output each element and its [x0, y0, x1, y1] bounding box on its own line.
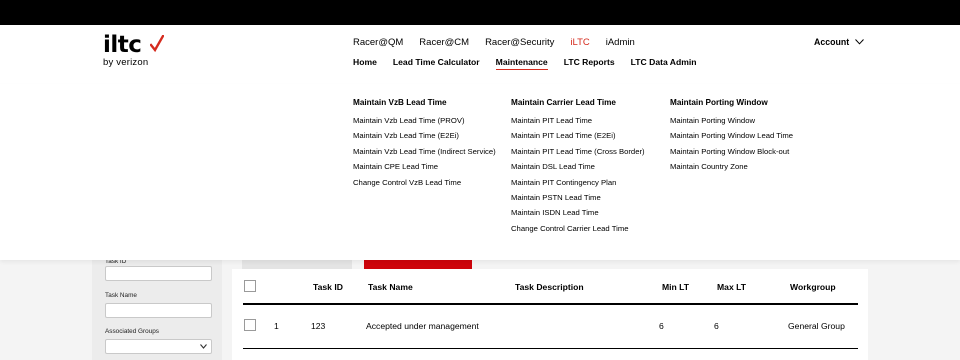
- col-min-lt[interactable]: Min LT: [662, 282, 689, 292]
- row-divider: [243, 348, 858, 349]
- menu-heading-porting: Maintain Porting Window: [670, 98, 768, 107]
- browser-top-bar: [0, 0, 960, 25]
- menu-item[interactable]: Maintain ISDN Lead Time: [511, 205, 645, 220]
- check-mark-icon: [150, 35, 164, 53]
- row-task-id: 123: [311, 321, 326, 331]
- app-switcher-nav: Racer@QM Racer@CM Racer@Security iLTC iA…: [353, 37, 651, 48]
- menu-item[interactable]: Maintain PIT Contingency Plan: [511, 175, 645, 190]
- row-min-lt: 6: [659, 321, 664, 331]
- account-menu[interactable]: Account: [814, 37, 865, 47]
- secondary-button[interactable]: [242, 260, 352, 269]
- nav-iltc[interactable]: iLTC: [570, 37, 589, 48]
- menu-item[interactable]: Maintain Country Zone: [670, 159, 793, 174]
- row-task-name: Accepted under management: [366, 321, 479, 331]
- filter-panel: Task ID Task Name Associated Groups: [92, 258, 222, 360]
- menu-heading-vzb: Maintain VzB Lead Time: [353, 98, 447, 107]
- main-nav: Home Lead Time Calculator Maintenance LT…: [353, 57, 713, 70]
- menu-item[interactable]: Maintain PSTN Lead Time: [511, 190, 645, 205]
- associated-groups-label: Associated Groups: [105, 328, 159, 335]
- row-index: 1: [274, 321, 279, 331]
- associated-groups-select[interactable]: [105, 339, 212, 354]
- col-workgroup[interactable]: Workgroup: [790, 282, 836, 292]
- menu-item[interactable]: Maintain Vzb Lead Time (Indirect Service…: [353, 144, 496, 159]
- col-task-id[interactable]: Task ID: [313, 282, 343, 292]
- menu-item[interactable]: Maintain PIT Lead Time (E2Ei): [511, 128, 645, 143]
- iltc-logo[interactable]: iltc by verizon: [103, 33, 173, 68]
- menu-heading-carrier: Maintain Carrier Lead Time: [511, 98, 616, 107]
- menu-item[interactable]: Maintain CPE Lead Time: [353, 159, 496, 174]
- nav-home[interactable]: Home: [353, 57, 377, 70]
- nav-racer-security[interactable]: Racer@Security: [485, 37, 554, 48]
- menu-column-carrier: Maintain Carrier Lead Time Maintain PIT …: [511, 98, 645, 236]
- task-name-input[interactable]: [105, 303, 212, 318]
- menu-column-porting: Maintain Porting Window Maintain Porting…: [670, 98, 793, 175]
- menu-item[interactable]: Maintain PIT Lead Time (Cross Border): [511, 144, 645, 159]
- menu-item[interactable]: Change Control Carrier Lead Time: [511, 221, 645, 236]
- menu-item[interactable]: Maintain Porting Window Lead Time: [670, 128, 793, 143]
- nav-racer-qm[interactable]: Racer@QM: [353, 37, 403, 48]
- nav-maintenance[interactable]: Maintenance: [495, 57, 548, 70]
- nav-iadmin[interactable]: iAdmin: [606, 37, 635, 48]
- chevron-down-icon: [200, 344, 207, 349]
- menu-item[interactable]: Maintain PIT Lead Time: [511, 113, 645, 128]
- col-max-lt[interactable]: Max LT: [717, 282, 746, 292]
- menu-item[interactable]: Maintain DSL Lead Time: [511, 159, 645, 174]
- task-name-label: Task Name: [105, 292, 137, 299]
- task-id-input[interactable]: [105, 266, 212, 281]
- menu-item[interactable]: Change Control VzB Lead Time: [353, 175, 496, 190]
- chevron-down-icon: [855, 39, 865, 45]
- menu-item[interactable]: Maintain Porting Window: [670, 113, 793, 128]
- account-label: Account: [814, 37, 850, 47]
- nav-ltc-reports[interactable]: LTC Reports: [564, 57, 615, 70]
- nav-lead-time-calculator[interactable]: Lead Time Calculator: [393, 57, 480, 70]
- header-divider: [243, 303, 858, 305]
- nav-racer-cm[interactable]: Racer@CM: [419, 37, 469, 48]
- row-workgroup: General Group: [788, 321, 845, 331]
- row-checkbox[interactable]: [244, 319, 256, 331]
- maintenance-mega-menu: Maintain VzB Lead Time Maintain Vzb Lead…: [0, 84, 960, 260]
- menu-item[interactable]: Maintain Vzb Lead Time (PROV): [353, 113, 496, 128]
- menu-item[interactable]: Maintain Porting Window Block-out: [670, 144, 793, 159]
- row-max-lt: 6: [714, 321, 719, 331]
- select-all-checkbox[interactable]: [244, 280, 256, 292]
- nav-ltc-data-admin[interactable]: LTC Data Admin: [631, 57, 697, 70]
- col-task-name[interactable]: Task Name: [368, 282, 413, 292]
- primary-button[interactable]: [364, 260, 472, 269]
- logo-subtitle: by verizon: [103, 57, 149, 68]
- menu-column-vzb: Maintain VzB Lead Time Maintain Vzb Lead…: [353, 98, 496, 190]
- col-task-description[interactable]: Task Description: [515, 282, 584, 292]
- menu-item[interactable]: Maintain Vzb Lead Time (E2Ei): [353, 128, 496, 143]
